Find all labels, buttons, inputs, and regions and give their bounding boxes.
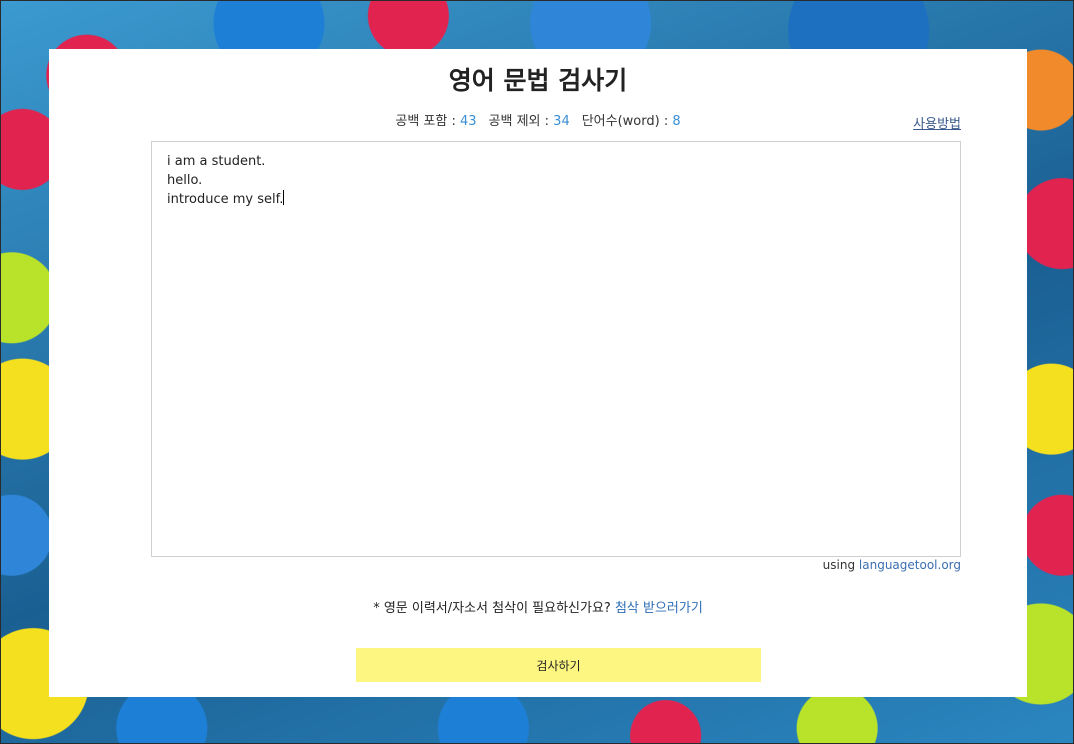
without-spaces-count: 34: [553, 114, 570, 129]
credit-prefix: using: [822, 558, 859, 572]
page-title: 영어 문법 검사기: [448, 66, 628, 95]
editor-line: i am a student.: [167, 154, 266, 169]
word-count: 8: [672, 114, 681, 129]
editor-line: hello.: [167, 173, 203, 188]
text-input-area[interactable]: i am a student. hello. introduce my self…: [151, 141, 961, 557]
how-to-use-link[interactable]: 사용방법: [913, 113, 961, 132]
editor-line: introduce my self.: [167, 190, 285, 207]
app-window: 영어 문법 검사기 공백 포함 : 43 공백 제외 : 34 단어수(word) …: [0, 0, 1074, 744]
main-panel: 영어 문법 검사기 공백 포함 : 43 공백 제외 : 34 단어수(word) …: [49, 49, 1027, 697]
proofreading-notice: * 영문 이력서/자소서 첨삭이 필요하신가요? 첨삭 받으러가기: [49, 597, 1027, 616]
with-spaces-count: 43: [460, 114, 477, 129]
with-spaces-label: 공백 포함 :: [395, 114, 460, 129]
word-count-label: 단어수(word) :: [581, 114, 673, 129]
character-count-bar: 공백 포함 : 43 공백 제외 : 34 단어수(word) : 8: [49, 110, 1027, 129]
notice-text: * 영문 이력서/자소서 첨삭이 필요하신가요?: [373, 601, 615, 616]
proofreading-link[interactable]: 첨삭 받으러가기: [615, 601, 703, 616]
languagetool-link[interactable]: languagetool.org: [859, 558, 961, 572]
credit-line: using languagetool.org: [823, 558, 961, 572]
text-caret: [283, 190, 285, 205]
without-spaces-label: 공백 제외 :: [488, 114, 554, 129]
check-button[interactable]: 검사하기: [356, 648, 761, 682]
